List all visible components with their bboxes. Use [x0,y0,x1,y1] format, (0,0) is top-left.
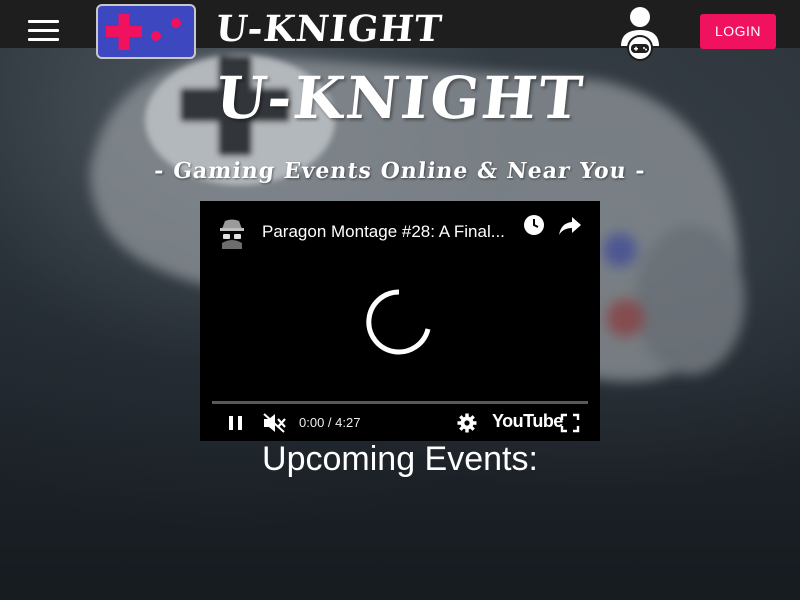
video-title[interactable]: Paragon Montage #28: A Final... [262,222,522,242]
pause-icon[interactable] [226,411,246,435]
muted-volume-icon[interactable] [262,411,288,435]
brand-name[interactable]: U-KNIGHT [214,8,445,50]
site-logo[interactable] [96,4,196,59]
hero-title: U-KNIGHT [212,64,588,132]
page: U-KNIGHT LOGIN U-KNIGHT - Gaming Events … [0,0,800,600]
gamepad-logo-icon [106,14,181,50]
hamburger-menu-icon[interactable] [28,20,59,42]
watch-later-clock-icon[interactable] [522,213,546,237]
user-gamer-icon[interactable] [616,4,664,62]
video-progress-bar[interactable] [212,401,588,404]
share-arrow-icon[interactable] [558,215,582,237]
hero-subtitle: - Gaming Events Online & Near You - [153,158,647,184]
fullscreen-icon[interactable] [559,411,581,435]
settings-gear-icon[interactable] [456,411,478,435]
youtube-logo[interactable]: YouTube [492,411,563,432]
youtube-video-player[interactable]: Paragon Montage #28: A Final... 0:00 / 4… [200,201,600,441]
login-button[interactable]: LOGIN [700,14,776,49]
channel-avatar-icon[interactable] [214,213,250,249]
loading-spinner-icon [366,289,431,355]
upcoming-events-heading: Upcoming Events: [262,440,538,478]
video-time-display: 0:00 / 4:27 [299,415,361,430]
